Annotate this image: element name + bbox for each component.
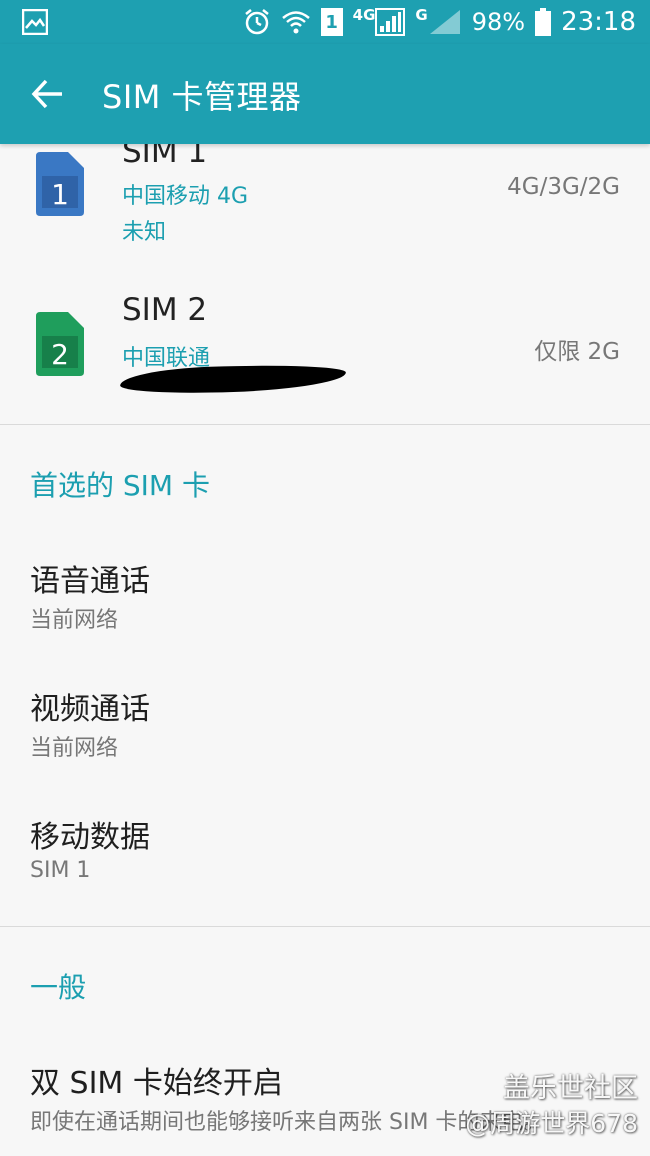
signal-4g-icon: 4G — [352, 6, 406, 36]
gallery-notification-icon — [21, 8, 49, 39]
clock: 23:18 — [561, 7, 636, 37]
video-call-title: 视频通话 — [30, 692, 150, 727]
sim2-name: SIM 2 — [122, 292, 208, 328]
battery-percent: 98% — [471, 8, 526, 36]
signal-g-icon: G — [415, 6, 461, 36]
arrow-left-icon — [31, 79, 62, 109]
sim1-number: 未知 — [122, 220, 167, 245]
watermark-line2: @周游世界678 — [465, 1109, 638, 1138]
sim1-carrier: 中国移动 4G — [122, 184, 249, 209]
sim2-row[interactable]: 2 SIM 2 中国联通 仅限 2G — [0, 284, 650, 424]
wifi-icon — [281, 9, 311, 35]
sim1-status-icon: 1 — [320, 8, 343, 36]
network-4g-label: 4G — [352, 6, 376, 24]
sim2-network-mode: 仅限 2G — [534, 339, 620, 365]
settings-list[interactable]: 1 SIM 1 中国移动 4G 未知 4G/3G/2G 2 SIM 2 中国联通… — [0, 144, 650, 1156]
preferred-sim-header: 首选的 SIM 卡 — [30, 469, 210, 502]
alarm-icon — [243, 8, 271, 36]
divider — [0, 926, 650, 927]
sim1-network-mode: 4G/3G/2G — [507, 174, 620, 200]
voice-call-item[interactable]: 语音通话 当前网络 — [0, 544, 650, 644]
sim1-badge: 1 — [51, 178, 69, 211]
back-button[interactable] — [30, 76, 70, 112]
video-call-item[interactable]: 视频通话 当前网络 — [0, 672, 650, 772]
divider — [0, 424, 650, 425]
sim2-badge: 2 — [51, 338, 69, 371]
battery-icon — [535, 8, 552, 36]
network-g-label: G — [415, 6, 428, 24]
voice-call-title: 语音通话 — [30, 564, 150, 599]
page-title: SIM 卡管理器 — [102, 78, 302, 116]
watermark-line1: 盖乐世社区 — [503, 1073, 638, 1104]
dual-sim-title: 双 SIM 卡始终开启 — [30, 1066, 283, 1101]
mobile-data-title: 移动数据 — [30, 820, 150, 855]
general-header: 一般 — [30, 971, 87, 1004]
sim1-name: SIM 1 — [122, 144, 208, 170]
mobile-data-item[interactable]: 移动数据 SIM 1 — [0, 800, 650, 900]
mobile-data-subtitle: SIM 1 — [30, 858, 91, 883]
sim-card-icon: 1 — [34, 152, 86, 222]
sim1-row[interactable]: 1 SIM 1 中国移动 4G 未知 4G/3G/2G — [0, 144, 650, 264]
app-bar: SIM 卡管理器 — [0, 44, 650, 144]
sim-card-icon: 2 — [34, 312, 86, 382]
status-bar: 1 4G G 98% 23:18 — [0, 0, 650, 44]
video-call-subtitle: 当前网络 — [30, 736, 119, 761]
voice-call-subtitle: 当前网络 — [30, 608, 119, 633]
